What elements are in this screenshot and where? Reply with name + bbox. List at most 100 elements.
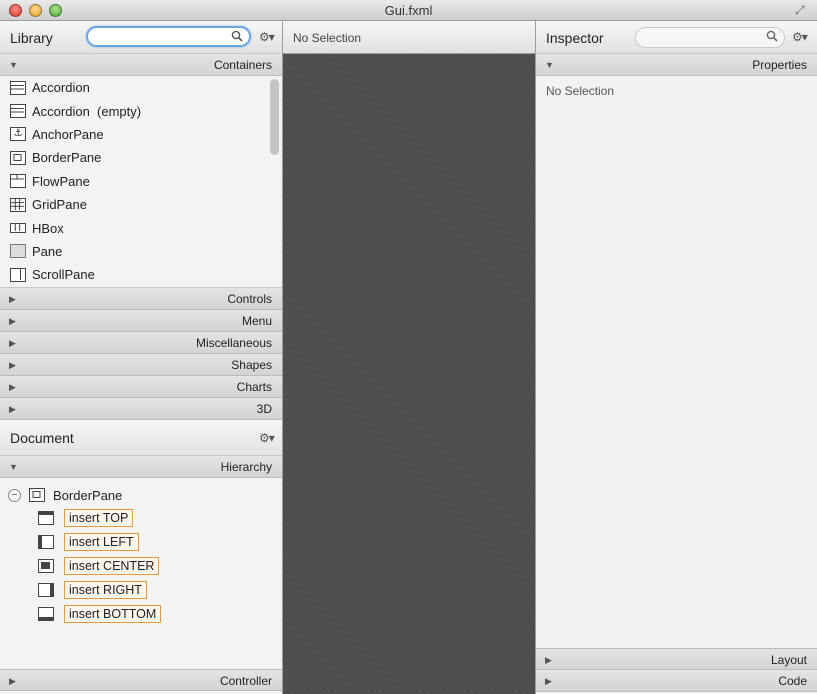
anchor-icon: ⚓	[10, 127, 26, 142]
hierarchy-label: Hierarchy	[220, 460, 272, 474]
insert-right-label[interactable]: insert RIGHT	[64, 581, 147, 599]
triangle-right-icon: ▶	[545, 655, 552, 665]
tree-node-borderpane[interactable]: − BorderPane	[8, 486, 122, 504]
triangle-down-icon: ▼	[9, 60, 18, 70]
library-item-label: Pane	[32, 243, 63, 259]
triangle-right-icon: ▶	[9, 360, 16, 370]
library-item-accordion-empty[interactable]: Accordion (empty)	[0, 99, 282, 122]
library-gear-icon[interactable]: ⚙▾	[259, 30, 275, 44]
triangle-right-icon: ▶	[9, 404, 16, 414]
document-header: Document ⚙▾	[0, 420, 282, 456]
section-label: Menu	[241, 314, 272, 328]
search-icon	[231, 30, 243, 42]
triangle-right-icon: ▶	[9, 316, 16, 326]
properties-body: No Selection	[536, 76, 817, 648]
section-containers[interactable]: ▼ Containers	[0, 54, 282, 76]
library-item-gridpane[interactable]: GridPane	[0, 193, 282, 216]
section-shapes[interactable]: ▶ Shapes	[0, 354, 282, 376]
tree-node-insert-bottom[interactable]: insert BOTTOM	[38, 605, 162, 623]
tree-node-insert-right[interactable]: insert RIGHT	[38, 581, 147, 599]
collapse-icon[interactable]: −	[8, 488, 21, 502]
section-menu[interactable]: ▶ Menu	[0, 310, 282, 332]
triangle-right-icon: ▶	[545, 676, 552, 686]
borderpane-icon	[29, 488, 45, 502]
borderpane-center-icon	[38, 559, 54, 573]
accordion-icon	[10, 80, 26, 95]
section-3d[interactable]: ▶ 3D	[0, 398, 282, 420]
accordion-icon	[10, 104, 26, 119]
section-label: Charts	[236, 380, 272, 394]
window-titlebar: Gui.fxml ⤢	[0, 0, 817, 21]
hierarchy-tree: − BorderPane insert TOP insert LEFT inse…	[0, 478, 282, 669]
library-header: Library ⚙▾	[0, 21, 282, 54]
no-selection-text: No Selection	[546, 84, 615, 98]
section-code[interactable]: ▶ Code	[536, 670, 817, 692]
properties-label: Properties	[752, 58, 807, 72]
borderpane-icon	[10, 150, 26, 165]
library-item-pane[interactable]: Pane	[0, 240, 282, 263]
tree-node-label: BorderPane	[53, 487, 123, 503]
hbox-icon	[10, 223, 26, 234]
section-label: Miscellaneous	[195, 336, 272, 350]
layout-label: Layout	[770, 653, 807, 667]
controller-label: Controller	[219, 674, 272, 688]
pane-icon	[10, 244, 26, 259]
library-search-input[interactable]	[86, 26, 251, 47]
library-item-borderpane[interactable]: BorderPane	[0, 146, 282, 169]
insert-bottom-label[interactable]: insert BOTTOM	[64, 605, 162, 623]
inspector-panel: Inspector ⚙▾ ▼ Properties No Selection ▶…	[535, 21, 817, 694]
inspector-gear-icon[interactable]: ⚙▾	[792, 30, 808, 44]
insert-left-label[interactable]: insert LEFT	[64, 533, 139, 551]
tree-node-insert-center[interactable]: insert CENTER	[38, 557, 160, 575]
triangle-right-icon: ▶	[9, 294, 16, 304]
flowpane-icon	[10, 174, 26, 189]
library-item-anchorpane[interactable]: ⚓ AnchorPane	[0, 123, 282, 146]
content-canvas[interactable]	[283, 54, 535, 694]
tree-node-insert-left[interactable]: insert LEFT	[38, 533, 139, 551]
section-charts[interactable]: ▶ Charts	[0, 376, 282, 398]
section-hierarchy[interactable]: ▼ Hierarchy	[0, 456, 282, 478]
section-controls[interactable]: ▶ Controls	[0, 288, 282, 310]
library-list: Accordion Accordion (empty) ⚓ AnchorPane…	[0, 76, 282, 288]
search-icon	[766, 30, 778, 42]
triangle-right-icon: ▶	[9, 338, 16, 348]
triangle-down-icon: ▼	[545, 60, 554, 70]
library-item-label: AnchorPane	[32, 126, 104, 142]
section-layout[interactable]: ▶ Layout	[536, 648, 817, 670]
borderpane-left-icon	[38, 535, 54, 549]
library-item-hbox[interactable]: HBox	[0, 216, 282, 239]
section-label: 3D	[256, 402, 272, 416]
section-miscellaneous[interactable]: ▶ Miscellaneous	[0, 332, 282, 354]
section-controller[interactable]: ▶ Controller	[0, 669, 282, 691]
library-item-flowpane[interactable]: FlowPane	[0, 170, 282, 193]
triangle-right-icon: ▶	[9, 676, 16, 686]
section-label: Controls	[227, 292, 272, 306]
gridpane-icon	[10, 197, 26, 212]
scroll-thumb[interactable]	[270, 79, 279, 155]
borderpane-right-icon	[38, 583, 54, 597]
section-properties[interactable]: ▼ Properties	[536, 54, 817, 76]
code-label: Code	[778, 674, 807, 688]
document-gear-icon[interactable]: ⚙▾	[259, 431, 275, 445]
library-item-accordion[interactable]: Accordion	[0, 76, 282, 99]
inspector-header: Inspector ⚙▾	[536, 21, 817, 54]
inspector-search-input[interactable]	[635, 27, 785, 48]
insert-center-label[interactable]: insert CENTER	[64, 557, 160, 575]
library-item-label: Accordion (empty)	[32, 103, 142, 119]
triangle-down-icon: ▼	[9, 462, 18, 472]
tree-node-insert-top[interactable]: insert TOP	[38, 509, 134, 527]
library-item-label: FlowPane	[32, 173, 90, 189]
window-title: Gui.fxml	[384, 3, 433, 18]
triangle-right-icon: ▶	[9, 382, 16, 392]
scrollpane-icon	[10, 267, 26, 282]
insert-top-label[interactable]: insert TOP	[64, 509, 134, 527]
library-item-label: Accordion	[32, 80, 90, 96]
library-scrollbar[interactable]	[270, 79, 279, 284]
borderpane-top-icon	[38, 511, 54, 525]
section-label: Shapes	[231, 358, 272, 372]
fullscreen-icon[interactable]: ⤢	[795, 3, 809, 17]
library-item-scrollpane[interactable]: ScrollPane	[0, 263, 282, 286]
document-title: Document	[10, 430, 74, 446]
library-item-label: BorderPane	[32, 150, 102, 166]
content-panel: No Selection	[283, 21, 535, 694]
